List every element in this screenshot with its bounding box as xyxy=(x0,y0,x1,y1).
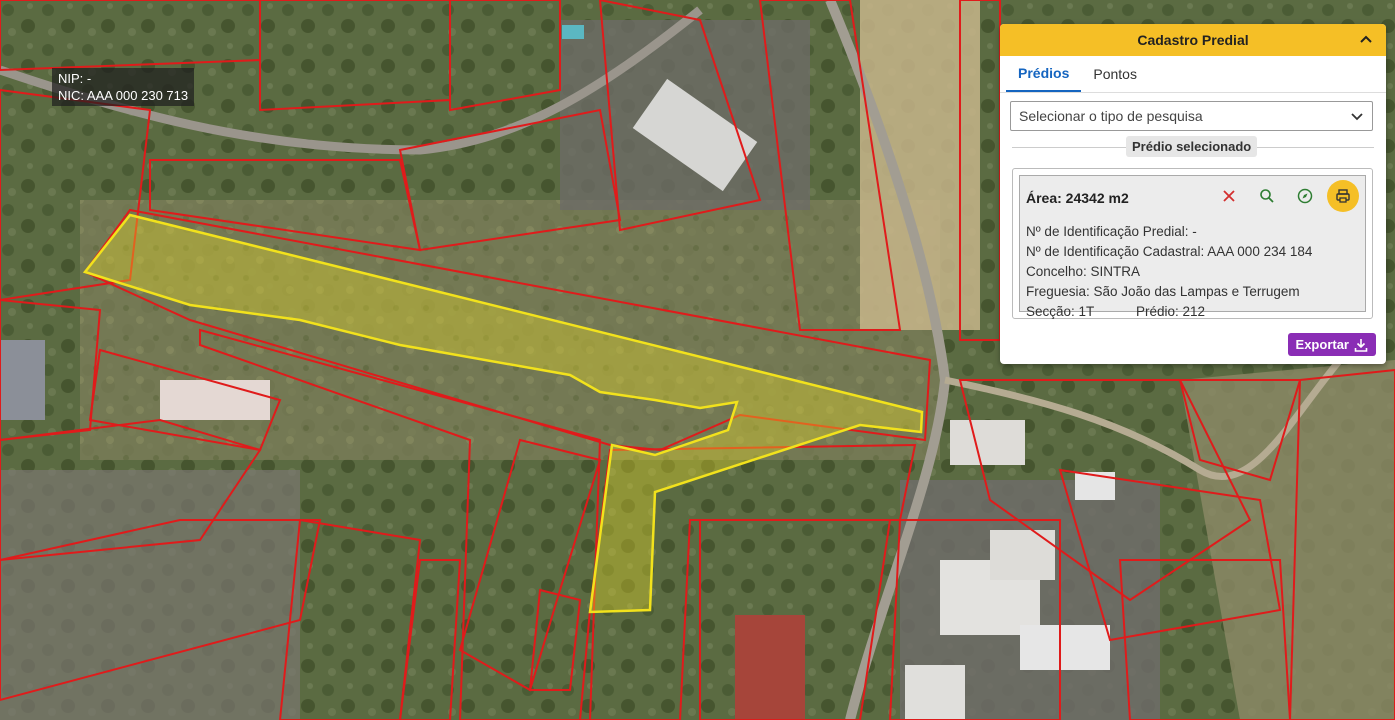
search-icon[interactable] xyxy=(1251,180,1283,212)
seccao-predio-row: Secção: 1T Prédio: 212 xyxy=(1026,302,1312,322)
id-cadastral: Nº de Identificação Cadastral: AAA 000 2… xyxy=(1026,244,1313,259)
card-body: Área: 24342 m2 Nº de Identificação Predi… xyxy=(1019,175,1366,319)
chevron-down-icon xyxy=(1351,113,1363,121)
cadastro-panel: Cadastro Predial Prédios Pontos Selecion… xyxy=(1000,24,1386,364)
tab-bar: Prédios Pontos xyxy=(1000,56,1386,93)
parcel-tooltip: NIP: - NIC: AAA 000 230 713 xyxy=(52,68,195,106)
print-icon[interactable] xyxy=(1327,180,1359,212)
predio: Prédio: 212 xyxy=(1136,304,1206,319)
pool xyxy=(562,25,584,39)
sandy-area xyxy=(860,0,980,330)
panel-header: Cadastro Predial xyxy=(1000,24,1386,56)
tab-pontos[interactable]: Pontos xyxy=(1081,56,1149,92)
compass-icon[interactable] xyxy=(1289,180,1321,212)
building-warehouse-south-4 xyxy=(905,665,965,720)
parcel-info: Nº de Identificação Predial: - Nº de Ide… xyxy=(1026,222,1312,322)
search-type-select[interactable]: Selecionar o tipo de pesquisa xyxy=(1010,101,1373,131)
close-icon[interactable] xyxy=(1213,180,1245,212)
building-warehouse-south-2 xyxy=(990,530,1055,580)
selected-parcel-card: Área: 24342 m2 Nº de Identificação Predi… xyxy=(1012,168,1373,319)
download-icon xyxy=(1354,338,1368,352)
urban-area-southwest xyxy=(0,470,300,720)
seccao: Secção: 1T xyxy=(1026,304,1095,319)
concelho: Concelho: SINTRA xyxy=(1026,264,1141,279)
panel-title: Cadastro Predial xyxy=(1137,32,1249,48)
export-button[interactable]: Exportar xyxy=(1287,333,1376,356)
area-label: Área: 24342 m2 xyxy=(1026,190,1129,206)
freguesia: Freguesia: São João das Lampas e Terruge… xyxy=(1026,284,1300,299)
tab-predios[interactable]: Prédios xyxy=(1006,56,1082,92)
id-predial: Nº de Identificação Predial: - xyxy=(1026,224,1197,239)
building-west xyxy=(0,340,45,420)
export-label: Exportar xyxy=(1295,337,1349,352)
building-southwest xyxy=(160,380,270,420)
building-warehouse-east-1 xyxy=(950,420,1025,465)
building-roof-red xyxy=(735,615,805,720)
nip-label: NIP: - xyxy=(58,71,92,86)
search-type-value: Selecionar o tipo de pesquisa xyxy=(1019,108,1203,124)
section-label: Prédio selecionado xyxy=(1126,136,1258,157)
building-warehouse-south-3 xyxy=(1020,625,1110,670)
chevron-up-icon[interactable] xyxy=(1356,30,1376,50)
card-actions xyxy=(1213,180,1359,212)
nic-label: NIC: AAA 000 230 713 xyxy=(58,88,189,103)
